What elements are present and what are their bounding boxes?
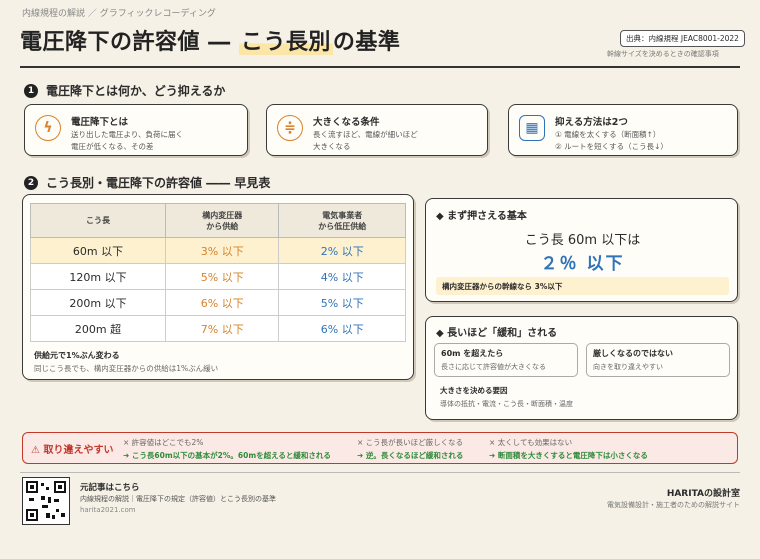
relax-card: ◆ 長いほど「緩和」される 60m を超えたら 長さに応じて許容値が大きくなる … <box>425 316 738 420</box>
qr-description: 内線規程の解説｜電圧降下の規定（許容値）とこう長別の基準 <box>80 495 276 503</box>
basic-line1: こう長 60m 以下は <box>524 233 641 248</box>
section2-title: こう長別・電圧降下の許容値 ―― 早見表 <box>46 176 271 190</box>
info-card-line: ② ルートを短くする（こう長↓） <box>555 142 668 151</box>
table-row: 200m 超 7% 以下 6% 以下 <box>30 315 406 342</box>
table-row: 200m 以下 6% 以下 5% 以下 <box>30 289 406 316</box>
table-cell: 2% 以下 <box>278 237 406 264</box>
relax-box-title: 厳しくなるのではない <box>593 349 673 358</box>
brand-tagline: 電気設備設計・施工者のための解説サイト <box>607 501 740 509</box>
warning-triangle-icon: ⚠ <box>31 445 40 456</box>
warning-right: ➜ 逆。長くなるほど緩和される <box>357 451 464 460</box>
section1-title: 電圧降下とは何か、どう抑えるか <box>46 84 226 98</box>
info-card-conditions: ≑ 大きくなる条件 長く流すほど、電線が細いほど 大きくなる <box>266 104 488 156</box>
source-note: 幹線サイズを決めるときの確認事項 <box>607 50 719 58</box>
table-row: 120m 以下 5% 以下 4% 以下 <box>30 263 406 290</box>
warning-wrong: × こう長が長いほど厳しくなる <box>357 438 464 447</box>
relax-box-text: 向きを取り違えやすい <box>593 363 663 371</box>
relax-box-text: 長さに応じて許容値が大きくなる <box>441 363 546 371</box>
warning-band: ⚠ 取り違えやすい × 許容値はどこでも2% ➜ こう長60m以下の基本が2%。… <box>22 432 738 464</box>
header-divider <box>20 66 740 68</box>
table-note-title: 供給元で1%ぶん変わる <box>34 351 120 360</box>
lightning-icon: ϟ <box>35 115 61 141</box>
table-header: 構内変圧器 から供給 <box>164 203 280 238</box>
info-card-line: 長く流すほど、電線が細いほど <box>313 130 418 139</box>
info-card-line: ① 電線を太くする（断面積↑） <box>555 130 661 139</box>
basic-card: ◆ まず押さえる基本 こう長 60m 以下は ２％ 以下 構内変圧器からの幹線な… <box>425 198 738 302</box>
table-cell: 120m 以下 <box>30 263 166 290</box>
info-card-line: 大きくなる <box>313 142 351 151</box>
relax-box-title: 60m を超えたら <box>441 349 504 358</box>
title-tail: の基準 <box>332 30 401 55</box>
table-header: 電気事業者 から低圧供給 <box>278 203 406 238</box>
page-title: 電圧降下の許容値 ― こう長別の基準 <box>20 24 400 56</box>
warning-right: ➜ こう長60m以下の基本が2%。60mを超えると緩和される <box>123 451 331 460</box>
table-cell: 6% 以下 <box>278 315 406 342</box>
basic-line2: ２％ 以下 <box>540 254 625 274</box>
warning-label: ⚠ 取り違えやすい <box>31 445 114 456</box>
calculator-icon: ▦ <box>519 115 545 141</box>
info-card-voltage-drop: ϟ 電圧降下とは 送り出した電圧より、負荷に届く 電圧が低くなる、その差 <box>24 104 248 156</box>
basic-footer: 構内変圧器からの幹線なら 3%以下 <box>436 277 729 295</box>
table-cell: 5% 以下 <box>278 289 406 316</box>
header-subtitle: 内線規程の解説 ／ グラフィックレコーディング <box>22 9 216 19</box>
table-cell: 7% 以下 <box>164 315 280 342</box>
info-card-title: 大きくなる条件 <box>313 117 380 128</box>
source-badge: 出典：内線規程 JEAC8001-2022 <box>620 30 745 47</box>
basic-title: ◆ まず押さえる基本 <box>436 211 527 222</box>
warning-wrong: × 太くしても効果はない <box>489 438 573 447</box>
relax-box-1: 60m を超えたら 長さに応じて許容値が大きくなる <box>434 343 578 377</box>
qr-url-link[interactable]: harita2021.com <box>80 506 136 514</box>
section1-header: 1 電圧降下とは何か、どう抑えるか <box>24 82 225 99</box>
qr-code-icon[interactable] <box>22 477 70 525</box>
title-main: 電圧降下の許容値 ― <box>20 30 239 55</box>
section2-header: 2 こう長別・電圧降下の許容値 ―― 早見表 <box>24 174 270 191</box>
info-card-title: 抑える方法は2つ <box>555 117 628 128</box>
info-card-line: 送り出した電圧より、負荷に届く <box>71 130 184 139</box>
table-header: こう長 <box>30 203 166 238</box>
footer-divider <box>20 472 740 473</box>
warning-wrong: × 許容値はどこでも2% <box>123 438 204 447</box>
info-card-methods: ▦ 抑える方法は2つ ① 電線を太くする（断面積↑） ② ルートを短くする（こう… <box>508 104 738 156</box>
section1-number: 1 <box>24 83 38 98</box>
table-cell: 200m 以下 <box>30 289 166 316</box>
info-card-title: 電圧降下とは <box>71 117 129 128</box>
table-cell: 3% 以下 <box>164 237 280 264</box>
relax-title: ◆ 長いほど「緩和」される <box>436 328 558 339</box>
title-highlight: こう長別 <box>238 30 333 55</box>
warning-right: ➜ 断面積を大きくすると電圧降下は小さくなる <box>489 451 648 460</box>
table-cell: 60m 以下 <box>30 237 166 264</box>
table-cell: 4% 以下 <box>278 263 406 290</box>
info-card-line: 電圧が低くなる、その差 <box>71 142 154 151</box>
section2-number: 2 <box>24 175 38 190</box>
relax-box3-text: 導体の抵抗・電流・こう長・断面積・温度 <box>440 400 573 408</box>
brand-name: HARITAの設計室 <box>666 489 740 499</box>
table-cell: 5% 以下 <box>164 263 280 290</box>
relax-box3-title: 大きさを決める要因 <box>440 386 508 395</box>
table-cell: 200m 超 <box>30 315 166 342</box>
qr-title: 元記事はこちら <box>80 483 140 493</box>
table-note-text: 同じこう長でも、構内変圧器からの供給は1%ぶん緩い <box>34 364 219 373</box>
table-cell: 6% 以下 <box>164 289 280 316</box>
table-row: 60m 以下 3% 以下 2% 以下 <box>30 237 406 264</box>
cable-icon: ≑ <box>277 115 303 141</box>
allowance-table: こう長 構内変圧器 から供給 電気事業者 から低圧供給 60m 以下 3% 以下 2… <box>30 203 406 342</box>
relax-box-2: 厳しくなるのではない 向きを取り違えやすい <box>586 343 730 377</box>
